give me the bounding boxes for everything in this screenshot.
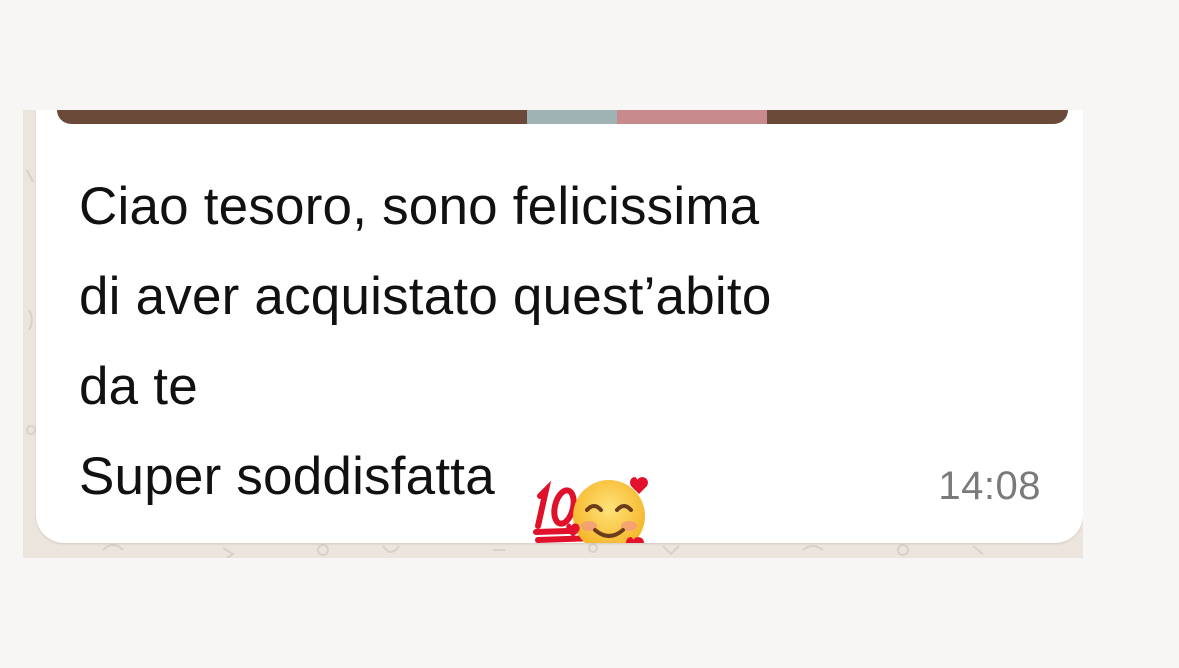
photo-detail-pink xyxy=(617,110,767,124)
chat-background: Ciao tesoro, sono felicissima di aver ac… xyxy=(23,110,1083,558)
message-line: Ciao tesoro, sono felicissima xyxy=(79,177,760,236)
message-text: Ciao tesoro, sono felicissima di aver ac… xyxy=(79,162,1039,543)
message-line-with-emojis: Super soddisfatta xyxy=(79,432,1039,543)
message-line: di aver acquistato quest’abito xyxy=(79,267,772,326)
message-line: Super soddisfatta xyxy=(79,447,495,506)
message-timestamp: 14:08 xyxy=(938,464,1041,508)
photo-detail-light xyxy=(527,110,617,124)
message-line: da te xyxy=(79,357,198,416)
attached-photo-bottom-edge[interactable] xyxy=(57,110,1068,124)
message-bubble[interactable]: Ciao tesoro, sono felicissima di aver ac… xyxy=(36,110,1083,543)
